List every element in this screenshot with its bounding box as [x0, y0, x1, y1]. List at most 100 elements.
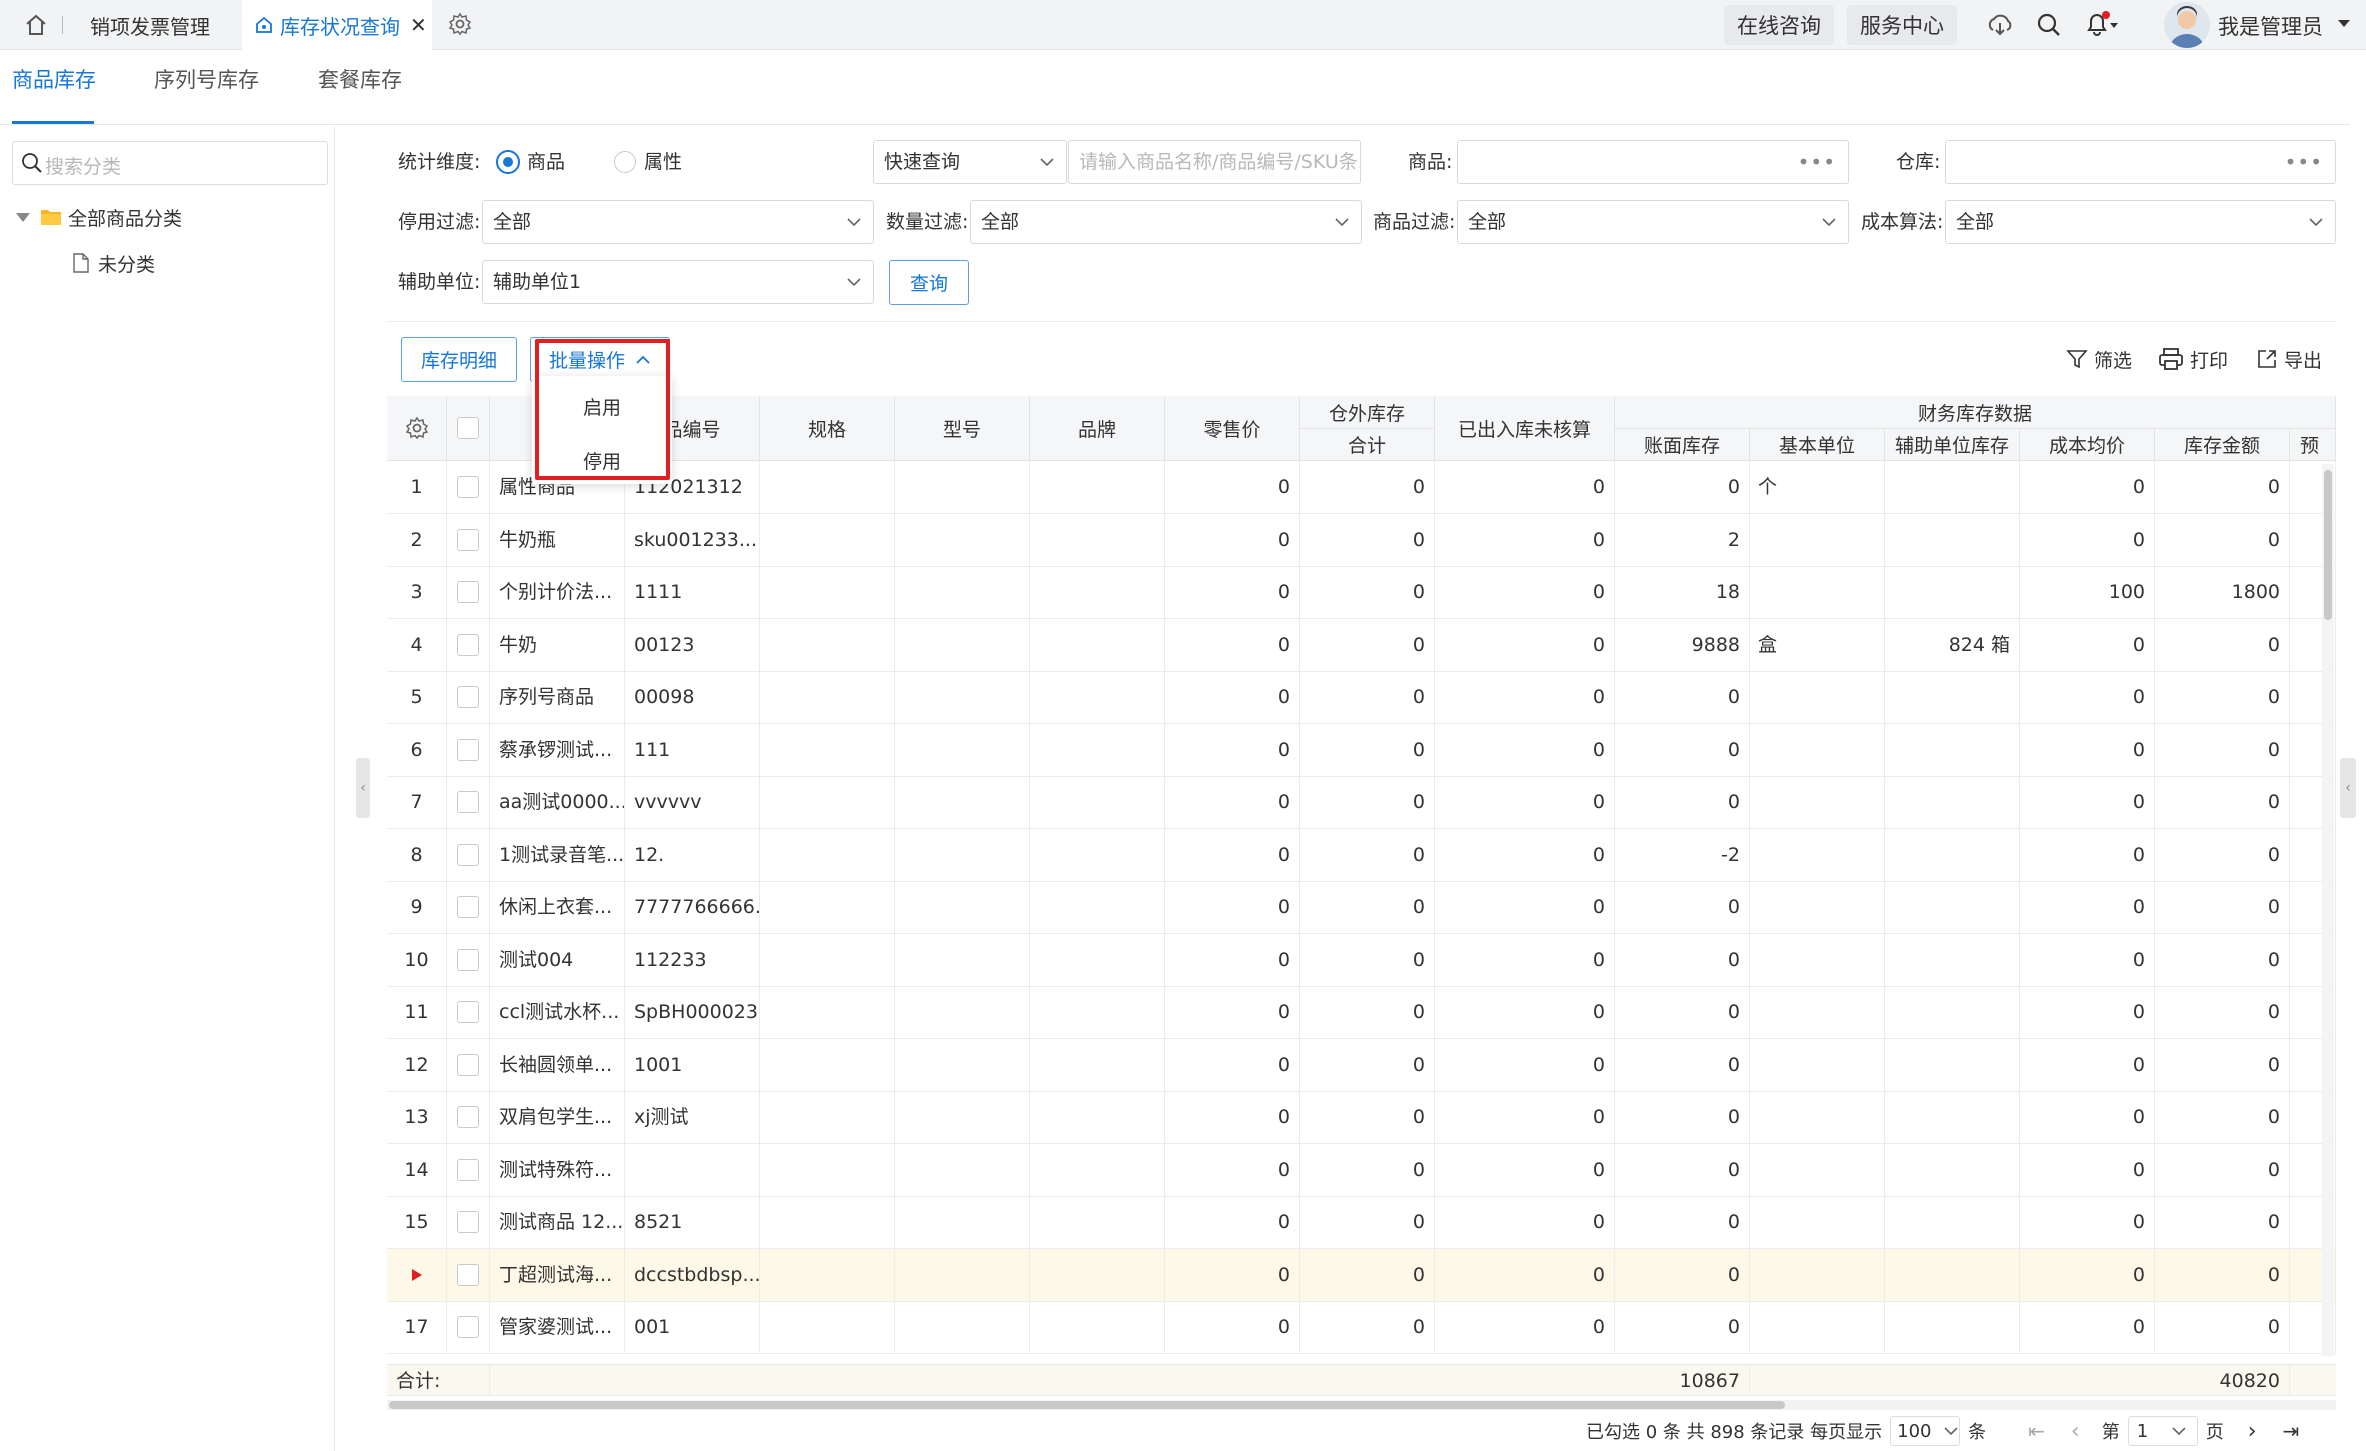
bell-icon[interactable] [2084, 10, 2120, 38]
row-select-checkbox[interactable] [457, 528, 479, 551]
tree-child[interactable]: 未分类 [72, 247, 155, 279]
header-retail-price[interactable]: 零售价 [1165, 396, 1300, 461]
header-book-stock[interactable]: 账面库存 [1615, 429, 1750, 461]
subtab-serial-stock[interactable]: 序列号库存 [154, 64, 259, 94]
row-checkbox[interactable] [447, 671, 490, 723]
row-select-checkbox[interactable] [457, 1001, 479, 1023]
table-row[interactable]: 4 牛奶 00123 0 0 0 9888 盒 824 箱00 [387, 618, 2336, 672]
row-checkbox[interactable] [447, 828, 490, 881]
header-brand[interactable]: 品牌 [1030, 396, 1165, 461]
product-picker[interactable]: ••• [1457, 140, 1849, 184]
select-all-header[interactable] [447, 396, 490, 461]
warehouse-picker[interactable]: ••• [1945, 140, 2336, 184]
row-select-checkbox[interactable] [457, 1106, 479, 1128]
row-select-checkbox[interactable] [457, 1263, 479, 1286]
row-checkbox[interactable] [447, 1196, 490, 1248]
row-checkbox[interactable] [447, 566, 490, 618]
online-consult-button[interactable]: 在线咨询 [1724, 5, 1834, 45]
row-checkbox[interactable] [447, 723, 490, 776]
radio-attribute[interactable] [614, 151, 636, 173]
sidebar-collapse-handle[interactable]: ‹ [356, 758, 370, 818]
row-select-checkbox[interactable] [457, 896, 479, 918]
row-checkbox[interactable] [447, 1091, 490, 1143]
header-avg-cost[interactable]: 成本均价 [2020, 429, 2155, 461]
horizontal-scrollbar[interactable] [387, 1400, 2336, 1410]
row-select-checkbox[interactable] [457, 1158, 479, 1181]
table-row[interactable]: 8 1测试录音笔... 12. 0 0 0 -2 0 0 [387, 828, 2336, 882]
gear-icon[interactable] [405, 416, 429, 440]
quick-query-input[interactable]: 请输入商品名称/商品编号/SKU条... [1068, 140, 1361, 184]
row-select-checkbox[interactable] [457, 633, 479, 656]
table-row[interactable]: 14 测试特殊符... 0 0 0 0 0 0 [387, 1143, 2336, 1197]
next-page-icon[interactable]: › [2248, 1419, 2257, 1444]
table-row[interactable]: 10 测试004 112233 0 0 0 0 0 0 [387, 933, 2336, 987]
close-icon[interactable]: ✕ [410, 13, 427, 37]
table-row[interactable]: 9 休闲上衣套... 7777766666... 0 0 0 0 0 0 [387, 881, 2336, 934]
table-row[interactable]: 丁超测试海... dccstbdbsp... 0 0 0 0 0 0 [387, 1248, 2336, 1302]
search-icon[interactable] [2036, 12, 2062, 38]
row-select-checkbox[interactable] [457, 738, 479, 761]
row-select-checkbox[interactable] [457, 1211, 479, 1233]
table-row[interactable]: 3 个别计价法... 1111 0 0 0 18 100 1800 [387, 566, 2336, 619]
aux-unit-select[interactable]: 辅助单位1 [482, 260, 874, 304]
query-button[interactable]: 查询 [889, 260, 969, 305]
qty-filter-select[interactable]: 全部 [970, 200, 1362, 244]
service-center-button[interactable]: 服务中心 [1847, 5, 1957, 45]
cost-method-select[interactable]: 全部 [1945, 200, 2336, 244]
category-search-input[interactable]: 搜索分类 [12, 141, 328, 185]
table-row[interactable]: 15 测试商品 12... 8521 0 0 0 0 0 0 [387, 1196, 2336, 1249]
row-checkbox[interactable] [447, 513, 490, 566]
export-button[interactable]: 导出 [2256, 344, 2322, 374]
column-settings-header[interactable] [387, 396, 447, 461]
tree-root[interactable]: 全部商品分类 [16, 201, 182, 233]
tab-stock-query[interactable]: 库存状况查询 ✕ [242, 0, 432, 50]
row-select-checkbox[interactable] [457, 843, 479, 866]
caret-down-icon[interactable] [16, 212, 30, 222]
table-row[interactable]: 6 蔡承锣测试... 111 0 0 0 0 0 0 [387, 723, 2336, 777]
row-select-checkbox[interactable] [457, 686, 479, 708]
header-outside-total[interactable]: 合计 [1300, 429, 1435, 461]
table-row[interactable]: 12 长袖圆领单... 1001 0 0 0 0 0 0 [387, 1038, 2336, 1092]
row-checkbox[interactable] [447, 881, 490, 933]
row-select-checkbox[interactable] [457, 1316, 479, 1338]
row-checkbox[interactable] [447, 1038, 490, 1091]
header-next[interactable]: 预 [2290, 429, 2336, 461]
header-unaccounted[interactable]: 已出入库未核算 [1435, 396, 1615, 461]
radio-attribute-label[interactable]: 属性 [644, 140, 682, 184]
h-scrollbar-thumb[interactable] [389, 1401, 1785, 1409]
scrollbar-thumb[interactable] [2324, 470, 2332, 620]
table-row[interactable]: 5 序列号商品 00098 0 0 0 0 0 0 [387, 671, 2336, 724]
disable-filter-select[interactable]: 全部 [482, 200, 874, 244]
row-select-checkbox[interactable] [457, 581, 479, 603]
caret-down-icon[interactable] [2338, 20, 2350, 27]
last-page-icon[interactable]: ⇥ [2283, 1419, 2300, 1443]
select-all-checkbox[interactable] [457, 417, 479, 439]
print-button[interactable]: 打印 [2158, 344, 2228, 374]
subtab-combo-stock[interactable]: 套餐库存 [318, 64, 402, 94]
vertical-scrollbar[interactable] [2322, 464, 2334, 1356]
filter-toolbar-button[interactable]: 筛选 [2066, 344, 2132, 374]
table-row[interactable]: 17 管家婆测试... 001 0 0 0 0 0 0 [387, 1301, 2336, 1354]
radio-product-label[interactable]: 商品 [527, 140, 565, 184]
row-select-checkbox[interactable] [457, 948, 479, 971]
gear-icon[interactable] [448, 12, 472, 36]
more-icon[interactable]: ••• [1798, 141, 1836, 183]
table-row[interactable]: 1 属性商品 112021312 0 0 0 0 个 0 0 [387, 461, 2336, 514]
row-checkbox[interactable] [447, 1143, 490, 1196]
product-filter-select[interactable]: 全部 [1457, 200, 1849, 244]
subtab-product-stock[interactable]: 商品库存 [12, 64, 96, 94]
header-base-unit[interactable]: 基本单位 [1750, 429, 1885, 461]
header-model[interactable]: 型号 [895, 396, 1030, 461]
header-aux-stock[interactable]: 辅助单位库存 [1885, 429, 2020, 461]
page-size-select[interactable]: 100 [1890, 1416, 1961, 1446]
row-checkbox[interactable] [447, 776, 490, 828]
row-checkbox[interactable] [447, 461, 490, 513]
row-checkbox[interactable] [447, 618, 490, 671]
avatar[interactable] [2164, 2, 2210, 48]
first-page-icon[interactable]: ⇤ [2028, 1419, 2045, 1443]
user-name[interactable]: 我是管理员 [2218, 11, 2323, 41]
tab-invoice-management[interactable]: 销项发票管理 [72, 0, 242, 50]
table-row[interactable]: 11 ccl测试水杯... SpBH000023 0 0 0 0 0 0 [387, 986, 2336, 1039]
row-checkbox[interactable] [447, 1248, 490, 1301]
header-spec[interactable]: 规格 [760, 396, 895, 461]
